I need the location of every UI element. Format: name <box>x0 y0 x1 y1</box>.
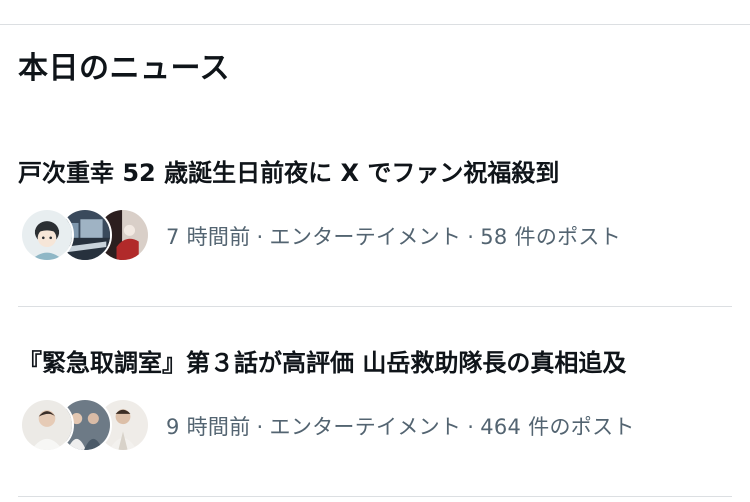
meta-separator: · <box>467 415 475 439</box>
meta-separator: · <box>256 415 264 439</box>
news-meta: 7 時間前 · エンターテイメント · 58 件のポスト <box>20 208 621 264</box>
section-title: 本日のニュース <box>18 51 230 86</box>
news-time: 9 時間前 <box>166 415 251 439</box>
news-time: 7 時間前 <box>166 225 251 249</box>
news-meta-text: 9 時間前 · エンターテイメント · 464 件のポスト <box>166 411 635 441</box>
anime-character-avatar-icon <box>22 210 72 260</box>
divider <box>18 496 732 497</box>
news-item[interactable]: 『緊急取調室』第３話が高評価 山岳救助隊長の真相追及 9 時間前 · エンターテ… <box>0 340 750 490</box>
news-headline[interactable]: 戸次重幸 52 歳誕生日前夜に X でファン祝福殺到 <box>18 156 559 190</box>
avatar <box>20 398 74 452</box>
news-item[interactable]: 戸次重幸 52 歳誕生日前夜に X でファン祝福殺到 7 時間前 · エンターテ… <box>0 150 750 300</box>
news-post-count: 464 件のポスト <box>480 415 635 439</box>
avatar-stack <box>20 398 150 454</box>
top-divider <box>0 24 750 25</box>
news-meta: 9 時間前 · エンターテイメント · 464 件のポスト <box>20 398 635 454</box>
divider <box>18 306 732 307</box>
meta-separator: · <box>467 225 475 249</box>
news-headline[interactable]: 『緊急取調室』第３話が高評価 山岳救助隊長の真相追及 <box>18 346 626 380</box>
news-category: エンターテイメント <box>269 225 462 249</box>
avatar-stack <box>20 208 150 264</box>
person-photo-avatar-icon <box>22 400 72 450</box>
news-post-count: 58 件のポスト <box>480 225 622 249</box>
meta-separator: · <box>256 225 264 249</box>
avatar <box>20 208 74 262</box>
news-category: エンターテイメント <box>269 415 462 439</box>
news-meta-text: 7 時間前 · エンターテイメント · 58 件のポスト <box>166 221 621 251</box>
